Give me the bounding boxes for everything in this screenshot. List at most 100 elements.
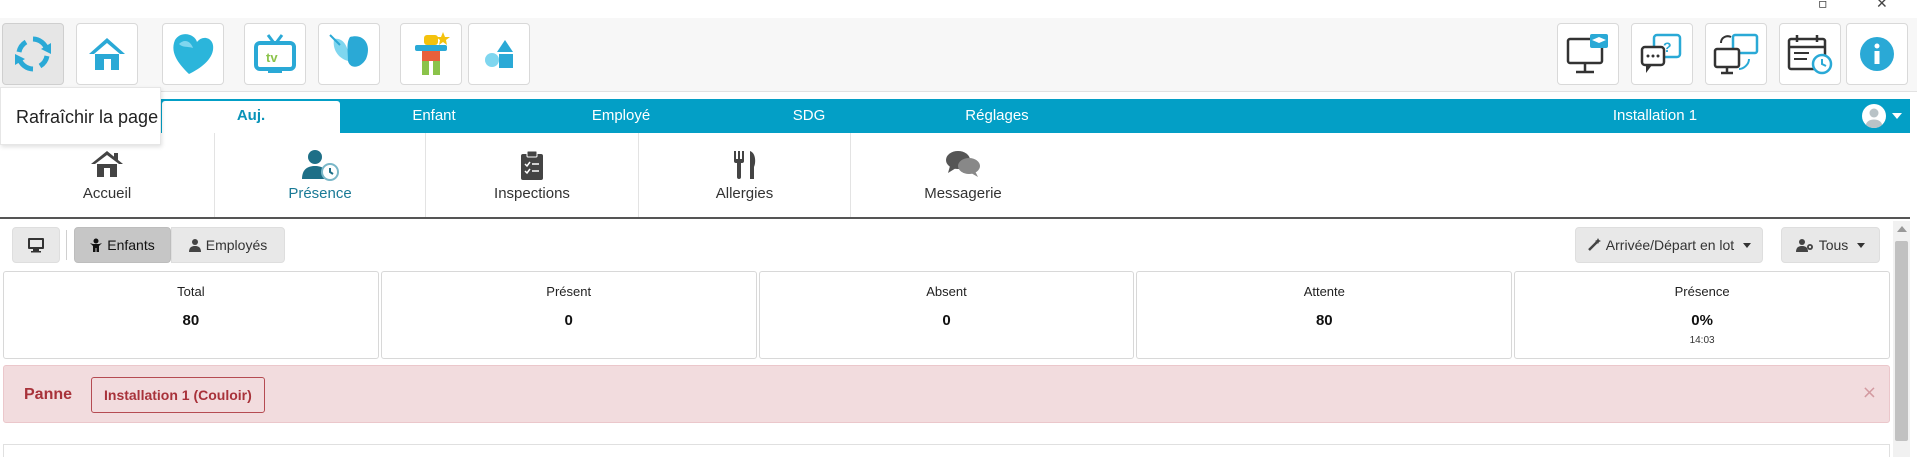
presence-toolbar: Enfants Employés Arrivée/Départ en lot T… [0, 225, 1890, 265]
tv-button[interactable]: tv [244, 23, 306, 85]
employes-toggle[interactable]: Employés [171, 227, 285, 263]
content-panel [3, 444, 1890, 457]
app-toolbar: tv ? [0, 18, 1917, 92]
subtab-allergies[interactable]: Allergies [639, 133, 851, 217]
stat-title: Présent [546, 284, 592, 299]
restore-window-icon[interactable]: ▫ [1818, 0, 1828, 12]
tab-auj[interactable]: Auj. [162, 101, 340, 133]
character-app-button[interactable] [400, 23, 462, 85]
child-icon [90, 238, 103, 252]
stat-value: 0 [942, 312, 951, 329]
home-icon [89, 38, 125, 70]
magic-wand-icon [1587, 238, 1601, 251]
monitor-graduation-icon [1566, 34, 1608, 74]
filter-label: Tous [1818, 237, 1849, 253]
training-button[interactable] [1557, 23, 1619, 85]
subtab-label: Accueil [82, 185, 132, 202]
monitor-icon [28, 238, 44, 253]
shapes-icon [485, 40, 513, 68]
installation-selector[interactable]: Installation 1 [1580, 99, 1730, 133]
batch-label: Arrivée/Départ en lot [1605, 237, 1735, 253]
subtab-presence[interactable]: Présence [215, 133, 426, 217]
house-icon [91, 151, 123, 177]
svg-text:tv: tv [266, 50, 278, 65]
shapes-app-button[interactable] [468, 23, 530, 85]
enfants-label: Enfants [107, 237, 155, 253]
subtab-label: Présence [288, 185, 352, 202]
enfants-toggle[interactable]: Enfants [74, 227, 171, 263]
stat-attente: Attente 80 [1136, 271, 1513, 359]
stats-panel: Total 80 Présent 0 Absent 0 Attente 80 P… [3, 271, 1890, 359]
sub-nav: Accueil Présence Inspections Allergies M… [0, 133, 1910, 219]
main-nav: Auj. Enfant Employé SDG Réglages Install… [0, 99, 1910, 133]
alert-location-button[interactable]: Installation 1 (Couloir) [91, 377, 265, 413]
stat-total: Total 80 [3, 271, 379, 359]
subtab-accueil[interactable]: Accueil [0, 133, 215, 217]
schedule-button[interactable] [1779, 23, 1841, 85]
calendar-clock-icon [1787, 35, 1833, 75]
subtab-label: Messagerie [924, 185, 1002, 202]
stat-title: Total [177, 284, 205, 299]
stat-presence: Présence 0% 14:03 [1514, 271, 1890, 359]
heart-leaf-icon [173, 34, 214, 74]
display-mode-button[interactable] [12, 227, 60, 263]
avatar [1862, 104, 1886, 128]
remote-sync-button[interactable] [1705, 23, 1767, 85]
filter-dropdown[interactable]: Tous [1781, 227, 1880, 263]
stat-time: 14:03 [1689, 335, 1715, 346]
stat-title: Présence [1674, 284, 1730, 299]
chat-question-icon: ? [1640, 33, 1682, 73]
user-icon [188, 239, 201, 252]
info-button[interactable] [1846, 23, 1908, 85]
close-window-icon[interactable]: ✕ [1876, 0, 1888, 12]
toolbar-divider [66, 230, 67, 260]
tab-sdg[interactable]: SDG [759, 99, 859, 133]
refresh-tooltip: Rafraîchir la page [0, 87, 161, 145]
employes-label: Employés [205, 237, 268, 253]
subtab-label: Inspections [494, 185, 570, 202]
subtab-messagerie[interactable]: Messagerie [851, 133, 1075, 217]
scroll-up-icon[interactable] [1897, 226, 1907, 232]
user-clock-icon [302, 150, 339, 181]
window-titlebar: ▫ ✕ [0, 0, 1917, 18]
chevron-down-icon [1857, 242, 1866, 248]
user-icon [1866, 108, 1882, 128]
help-chat-button[interactable]: ? [1631, 23, 1693, 85]
tab-reglages[interactable]: Réglages [947, 99, 1047, 133]
scrollbar[interactable] [1893, 221, 1910, 457]
butterfly-app-button[interactable] [318, 23, 380, 85]
refresh-icon [15, 36, 51, 72]
stat-title: Attente [1303, 284, 1345, 299]
batch-arrival-departure-button[interactable]: Arrivée/Départ en lot [1575, 227, 1763, 263]
stat-value: 0 [564, 312, 573, 329]
chevron-down-icon [1743, 242, 1752, 248]
stat-title: Absent [926, 284, 967, 299]
tv-icon: tv [254, 34, 296, 73]
monitors-sync-icon [1713, 33, 1759, 75]
alert-label: Panne [24, 386, 73, 403]
users-cog-icon [1795, 239, 1813, 252]
subtab-label: Allergies [715, 185, 774, 202]
stat-value: 80 [1315, 312, 1333, 329]
info-icon [1860, 37, 1894, 71]
app-heart-button[interactable] [162, 23, 224, 85]
user-menu[interactable] [1862, 104, 1902, 128]
outage-alert: Panne Installation 1 (Couloir) × [3, 365, 1890, 423]
tab-employe[interactable]: Employé [571, 99, 671, 133]
home-button[interactable] [76, 23, 138, 85]
butterfly-icon [329, 34, 369, 67]
tab-enfant[interactable]: Enfant [384, 99, 484, 133]
chevron-down-icon [1892, 113, 1902, 119]
utensils-icon [733, 151, 755, 179]
close-icon[interactable]: × [1862, 382, 1877, 403]
stat-value: 0% [1691, 312, 1713, 329]
refresh-button[interactable] [2, 23, 64, 85]
clipboard-check-icon [521, 150, 543, 180]
stat-absent: Absent 0 [758, 271, 1135, 359]
scrollbar-thumb[interactable] [1895, 241, 1908, 441]
chat-bubbles-icon [946, 151, 980, 177]
stat-value: 80 [182, 312, 200, 329]
character-icon [415, 32, 450, 75]
subtab-inspections[interactable]: Inspections [426, 133, 639, 217]
stat-present: Présent 0 [380, 271, 757, 359]
